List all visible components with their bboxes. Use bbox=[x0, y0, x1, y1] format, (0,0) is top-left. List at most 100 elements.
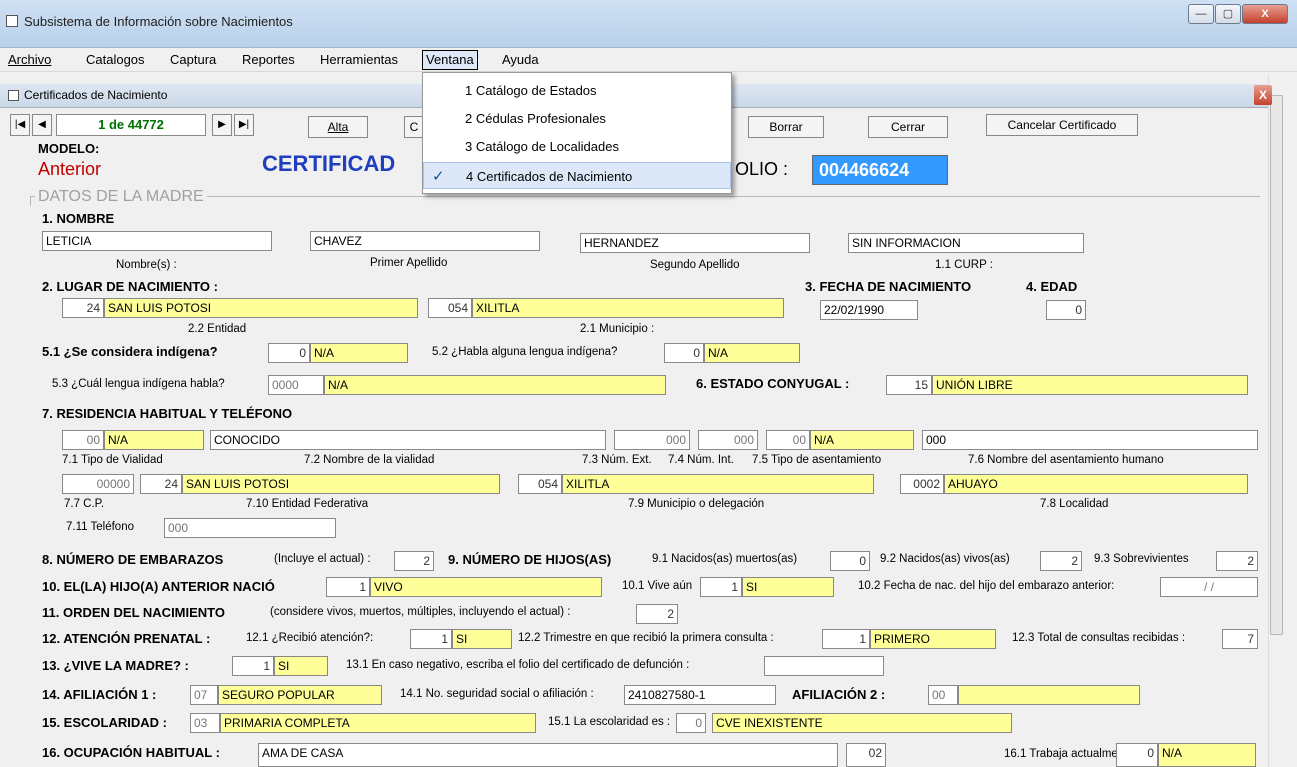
trimestre-input[interactable]: PRIMERO bbox=[870, 629, 996, 649]
minimize-button[interactable]: — bbox=[1188, 4, 1214, 24]
num-int-input[interactable]: 000 bbox=[698, 430, 758, 450]
scrollbar-thumb[interactable] bbox=[1270, 95, 1283, 635]
cual-lengua-code[interactable]: 0000 bbox=[268, 375, 324, 395]
folio-defuncion-input[interactable] bbox=[764, 656, 884, 676]
municipio-res-input[interactable]: XILITLA bbox=[562, 474, 874, 494]
dropdown-item-localidades[interactable]: 3 Catálogo de Localidades bbox=[423, 133, 731, 160]
maximize-button[interactable]: ▢ bbox=[1215, 4, 1241, 24]
menu-archivo[interactable]: Archivo bbox=[8, 52, 51, 67]
menu-ayuda[interactable]: Ayuda bbox=[502, 52, 539, 67]
lengua-input[interactable]: N/A bbox=[704, 343, 800, 363]
primer-apellido-input[interactable]: CHAVEZ bbox=[310, 231, 540, 251]
fecha-hijo-anterior-input[interactable]: / / bbox=[1160, 577, 1258, 597]
afiliacion2-code[interactable]: 00 bbox=[928, 685, 958, 705]
menu-captura[interactable]: Captura bbox=[170, 52, 216, 67]
indigena-code[interactable]: 0 bbox=[268, 343, 310, 363]
indigena-input[interactable]: N/A bbox=[310, 343, 408, 363]
cual-lengua-input[interactable]: N/A bbox=[324, 375, 666, 395]
estado-conyugal-code[interactable]: 15 bbox=[886, 375, 932, 395]
edad-input[interactable]: 0 bbox=[1046, 300, 1086, 320]
entidad-federativa-input[interactable]: SAN LUIS POTOSI bbox=[182, 474, 500, 494]
nacidos-muertos-input[interactable]: 0 bbox=[830, 551, 870, 571]
afiliacion2-heading: AFILIACIÓN 2 : bbox=[792, 687, 886, 702]
tipo-escolaridad-label: 15.1 La escolaridad es : bbox=[548, 716, 671, 728]
num-embarazos-input[interactable]: 2 bbox=[394, 551, 434, 571]
last-record-icon[interactable]: ▶| bbox=[234, 114, 254, 136]
trabaja-actualmente-code[interactable]: 0 bbox=[1116, 743, 1158, 767]
tipo-escolaridad-input[interactable]: CVE INEXISTENTE bbox=[712, 713, 1012, 733]
folio-input[interactable]: 004466624 bbox=[812, 155, 948, 185]
estado-conyugal-input[interactable]: UNIÓN LIBRE bbox=[932, 375, 1248, 395]
dropdown-item-cedulas[interactable]: 2 Cédulas Profesionales bbox=[423, 105, 731, 132]
nombre-input[interactable]: LETICIA bbox=[42, 231, 272, 251]
cancelar-certificado-button[interactable]: Cancelar Certificado bbox=[986, 114, 1138, 136]
recibio-atencion-input[interactable]: SI bbox=[452, 629, 512, 649]
entidad-input[interactable]: SAN LUIS POTOSI bbox=[104, 298, 418, 318]
primer-apellido-label: Primer Apellido bbox=[370, 257, 448, 269]
menu-ventana[interactable]: Ventana bbox=[422, 50, 478, 70]
next-record-icon[interactable]: ▶ bbox=[212, 114, 232, 136]
asentamiento-input[interactable]: N/A bbox=[810, 430, 914, 450]
hijo-anterior-input[interactable]: VIVO bbox=[370, 577, 602, 597]
afiliacion1-input[interactable]: SEGURO POPULAR bbox=[218, 685, 382, 705]
dropdown-item-estados[interactable]: 1 Catálogo de Estados bbox=[423, 77, 731, 104]
sobrevivientes-input[interactable]: 2 bbox=[1216, 551, 1258, 571]
menu-reportes[interactable]: Reportes bbox=[242, 52, 295, 67]
localidad-code[interactable]: 0002 bbox=[900, 474, 944, 494]
municipio-code[interactable]: 054 bbox=[428, 298, 472, 318]
municipio-res-code[interactable]: 054 bbox=[518, 474, 562, 494]
first-record-icon[interactable]: |◀ bbox=[10, 114, 30, 136]
lengua-code[interactable]: 0 bbox=[664, 343, 704, 363]
title-bar: Subsistema de Información sobre Nacimien… bbox=[0, 0, 1297, 48]
afiliacion2-input[interactable] bbox=[958, 685, 1140, 705]
dropdown-item-certificados[interactable]: ✓ 4 Certificados de Nacimiento bbox=[423, 162, 731, 189]
asentamiento-code[interactable]: 00 bbox=[766, 430, 810, 450]
recibio-atencion-code[interactable]: 1 bbox=[410, 629, 452, 649]
vive-madre-input[interactable]: SI bbox=[274, 656, 328, 676]
entidad-code[interactable]: 24 bbox=[62, 298, 104, 318]
estado-conyugal-heading: 6. ESTADO CONYUGAL : bbox=[696, 376, 850, 391]
hijo-anterior-code[interactable]: 1 bbox=[326, 577, 370, 597]
close-button[interactable]: X bbox=[1242, 4, 1288, 24]
curp-input[interactable]: SIN INFORMACION bbox=[848, 233, 1084, 253]
fecha-nacimiento-input[interactable]: 22/02/1990 bbox=[820, 300, 918, 320]
escolaridad-input[interactable]: PRIMARIA COMPLETA bbox=[220, 713, 536, 733]
tipo-vialidad-label: 7.1 Tipo de Vialidad bbox=[62, 454, 163, 466]
vive-aun-code[interactable]: 1 bbox=[700, 577, 742, 597]
entidad-federativa-label: 7.10 Entidad Federativa bbox=[246, 498, 369, 510]
c-button[interactable]: C bbox=[404, 116, 424, 138]
alta-button[interactable]: Alta bbox=[308, 116, 368, 138]
menu-herramientas[interactable]: Herramientas bbox=[320, 52, 398, 67]
menu-catalogos[interactable]: Catalogos bbox=[86, 52, 145, 67]
vialidad-input[interactable]: N/A bbox=[104, 430, 204, 450]
ocupacion-input[interactable]: AMA DE CASA bbox=[258, 743, 838, 767]
municipio-input[interactable]: XILITLA bbox=[472, 298, 784, 318]
prev-record-icon[interactable]: ◀ bbox=[32, 114, 52, 136]
cp-input[interactable]: 00000 bbox=[62, 474, 134, 494]
orden-nacimiento-input[interactable]: 2 bbox=[636, 604, 678, 624]
tipo-escolaridad-code[interactable]: 0 bbox=[676, 713, 706, 733]
ocupacion-code[interactable]: 02 bbox=[846, 743, 886, 767]
escolaridad-code[interactable]: 03 bbox=[190, 713, 220, 733]
nombre-asentamiento-input[interactable]: 000 bbox=[922, 430, 1258, 450]
cerrar-button[interactable]: Cerrar bbox=[868, 116, 948, 138]
total-consultas-input[interactable]: 7 bbox=[1222, 629, 1258, 649]
trabaja-actualmente-input[interactable]: N/A bbox=[1158, 743, 1256, 767]
vialidad-code[interactable]: 00 bbox=[62, 430, 104, 450]
trimestre-code[interactable]: 1 bbox=[822, 629, 870, 649]
entidad-federativa-code[interactable]: 24 bbox=[140, 474, 182, 494]
borrar-button[interactable]: Borrar bbox=[748, 116, 824, 138]
trimestre-label: 12.2 Trimestre en que recibió la primera… bbox=[518, 632, 774, 644]
segundo-apellido-input[interactable]: HERNANDEZ bbox=[580, 233, 810, 253]
vive-aun-input[interactable]: SI bbox=[742, 577, 834, 597]
nacidos-vivos-label: 9.2 Nacidos(as) vivos(as) bbox=[880, 553, 1010, 565]
num-ext-input[interactable]: 000 bbox=[614, 430, 690, 450]
no-seguridad-input[interactable]: 2410827580-1 bbox=[624, 685, 776, 705]
localidad-input[interactable]: AHUAYO bbox=[944, 474, 1248, 494]
vive-madre-code[interactable]: 1 bbox=[232, 656, 274, 676]
child-close-button[interactable]: X bbox=[1254, 85, 1272, 105]
afiliacion1-code[interactable]: 07 bbox=[190, 685, 218, 705]
nombre-vialidad-input[interactable]: CONOCIDO bbox=[210, 430, 606, 450]
telefono-input[interactable]: 000 bbox=[164, 518, 336, 538]
nacidos-vivos-input[interactable]: 2 bbox=[1040, 551, 1082, 571]
